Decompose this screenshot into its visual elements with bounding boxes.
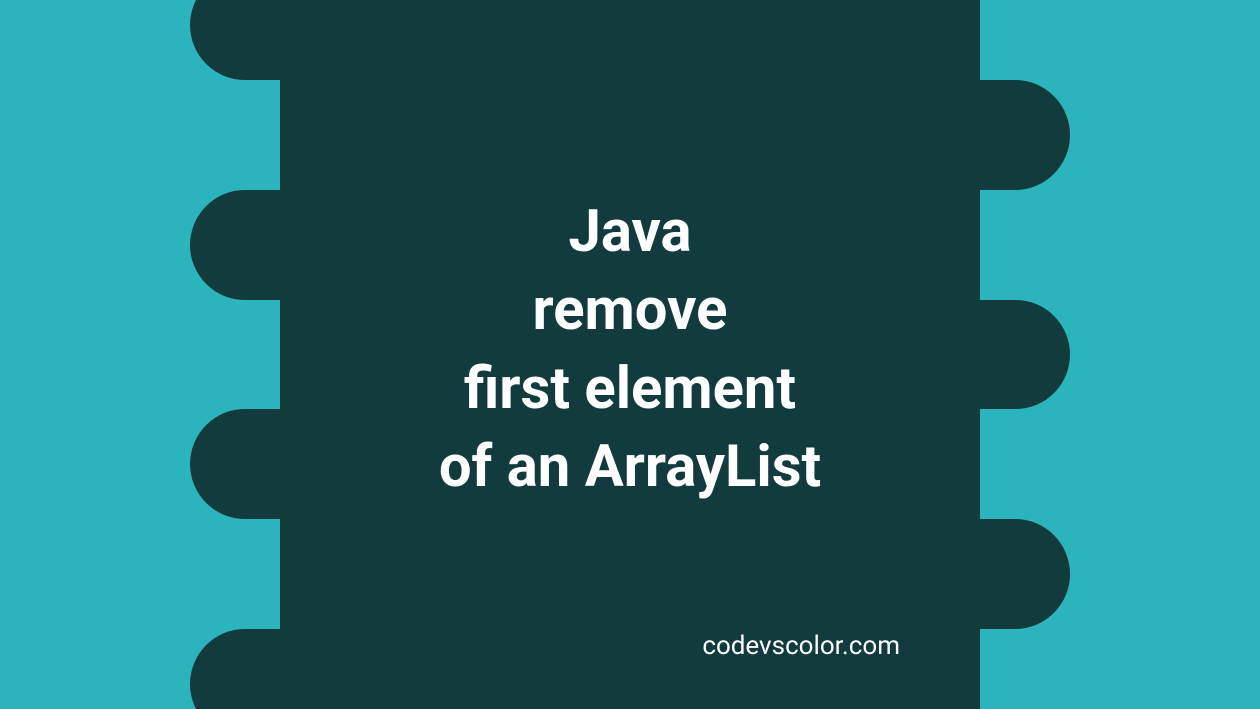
banner-image: Java remove first element of an ArrayLis… (0, 0, 1260, 709)
title-text: Java remove first element of an ArrayLis… (439, 193, 821, 506)
attribution-text: codevscolor.com (702, 631, 900, 661)
